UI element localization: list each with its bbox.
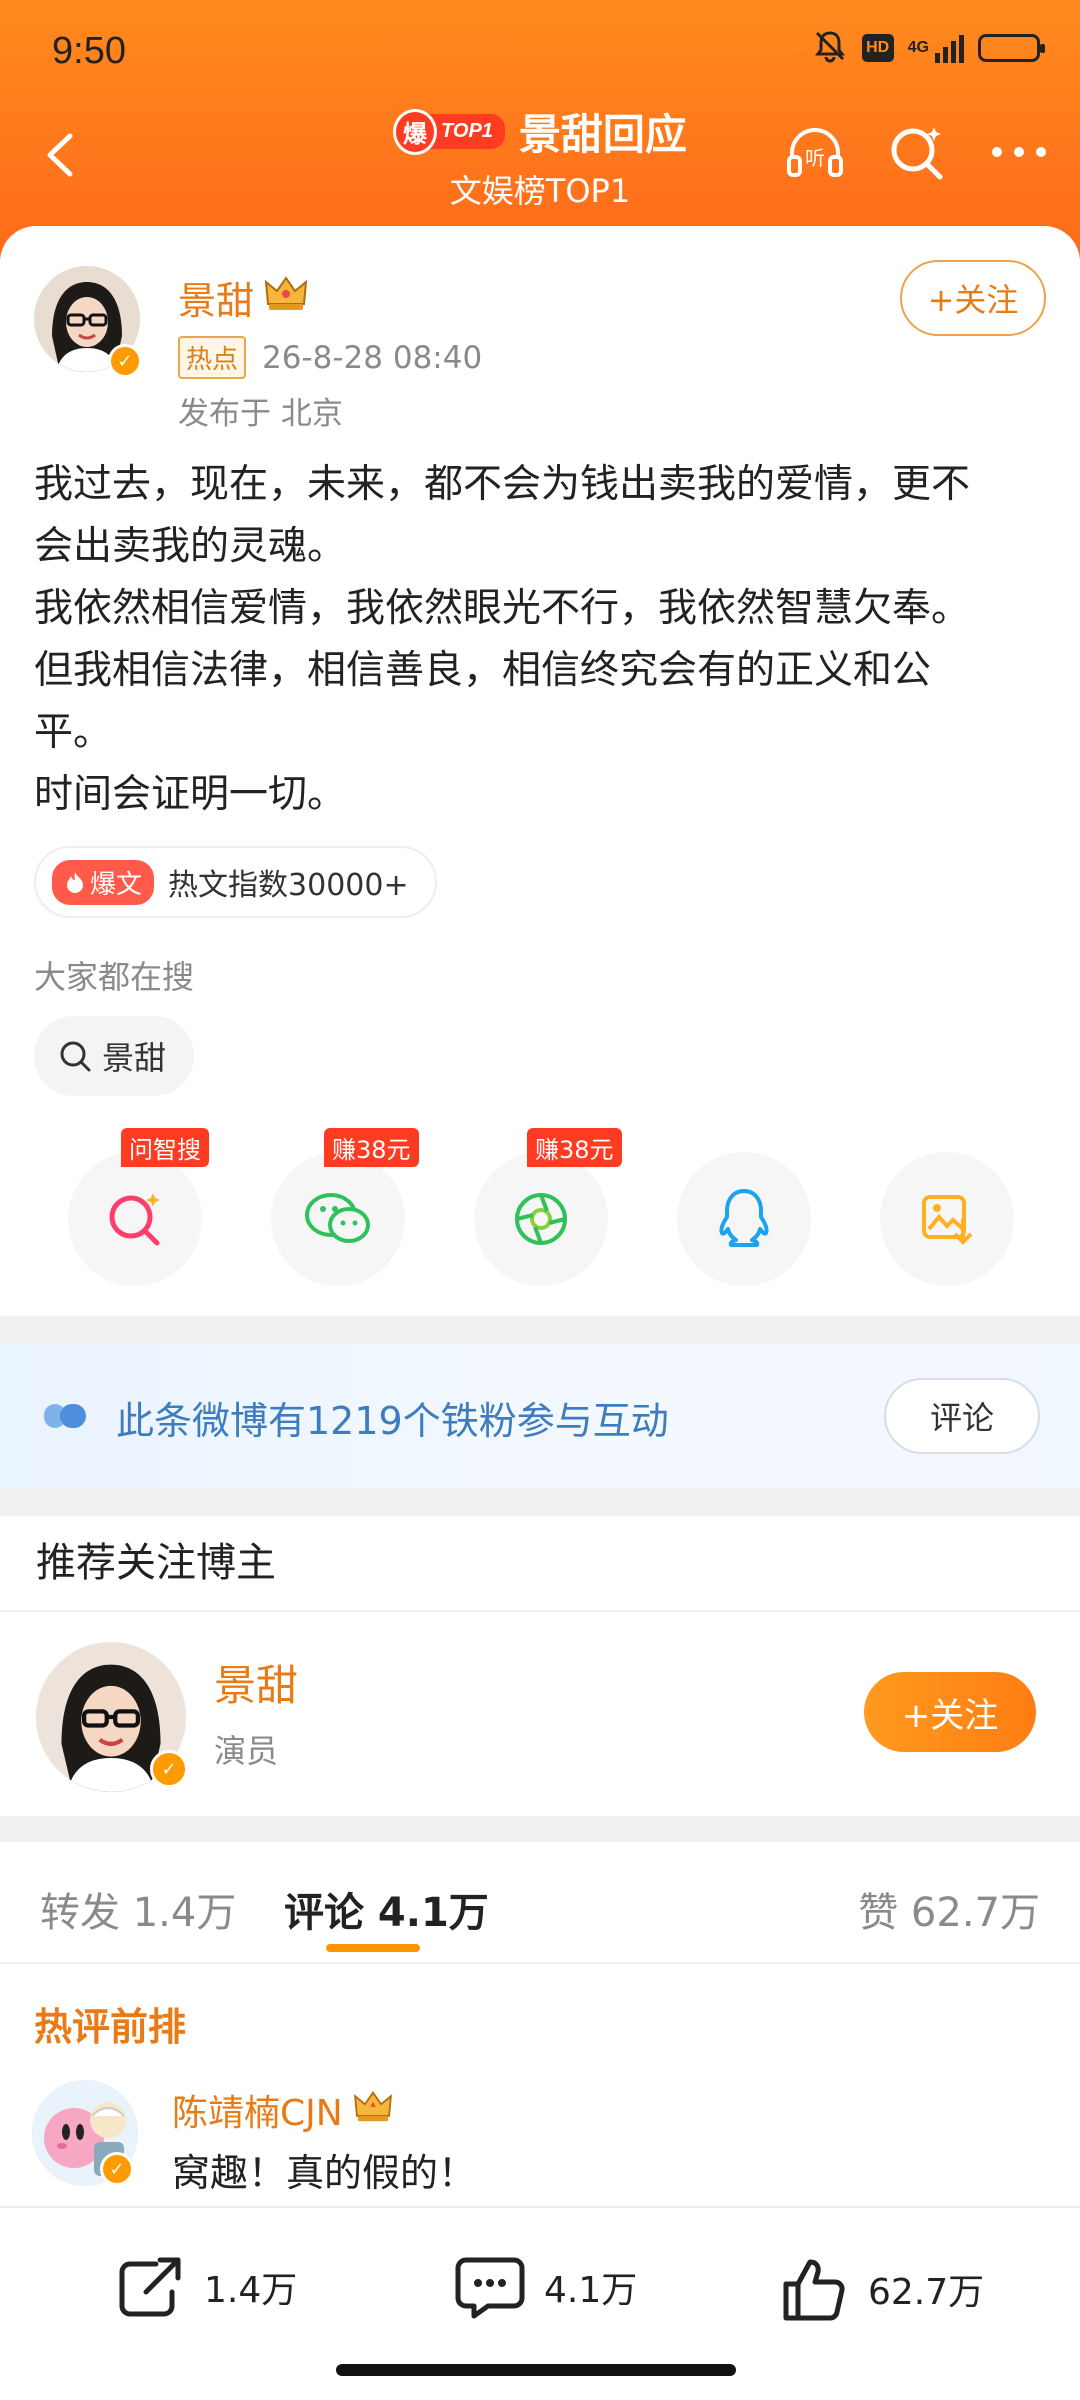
save-image-icon	[922, 1195, 973, 1245]
crown-icon	[264, 274, 308, 321]
post-line: 但我相信法律，相信善良，相信终究会有的正义和公	[34, 648, 932, 693]
share-tag: 赚38元	[324, 1128, 419, 1167]
nav-title: 景甜回应	[518, 110, 687, 159]
comment-count: 4.1万	[544, 2270, 638, 2311]
burst-icon: 爆	[393, 108, 438, 155]
post-line: 时间会证明一切。	[34, 772, 347, 817]
smart-search-button[interactable]	[886, 121, 948, 183]
like-button[interactable]: 62.7万	[780, 2254, 984, 2324]
section-separator	[0, 1488, 1080, 1516]
tab-active-indicator	[326, 1944, 420, 1952]
share-qq-button[interactable]	[677, 1152, 811, 1286]
section-separator	[0, 1816, 1080, 1842]
signal-icon	[935, 33, 964, 63]
tab-like[interactable]: 赞 62.7万	[858, 1880, 1040, 1938]
trending-search-label: 大家都在搜	[34, 958, 195, 996]
recommend-title: 推荐关注博主	[36, 1540, 276, 1586]
home-indicator[interactable]	[336, 2364, 736, 2376]
hot-article-tag: 爆文	[52, 859, 155, 905]
qq-icon	[719, 1189, 769, 1247]
repost-count: 1.4万	[204, 2270, 298, 2311]
divider	[0, 1962, 1080, 1964]
mute-bell-icon	[812, 28, 848, 68]
tab-repost[interactable]: 转发 1.4万	[40, 1880, 236, 1938]
like-count: 62.7万	[868, 2272, 985, 2313]
verified-badge-icon: ✓	[150, 1750, 188, 1788]
status-icons: HD 4G	[812, 28, 1045, 68]
nav-bar: 爆 TOP1 景甜回应 文娱榜TOP1 听	[0, 95, 1080, 225]
header: 9:50 HD 4G 爆 TOP1 景甜回应 文娱榜TOP1 听	[0, 0, 1080, 260]
nav-actions: 听	[784, 121, 1050, 183]
share-tag: 赚38元	[527, 1128, 622, 1167]
share-smart-search-button[interactable]: 问智搜	[68, 1128, 209, 1286]
interaction-tabs: 转发 1.4万 评论 4.1万 赞 62.7万	[0, 1840, 1080, 1964]
tab-comment[interactable]: 评论 4.1万	[284, 1880, 489, 1938]
crown-icon	[353, 2089, 393, 2132]
recommend-name[interactable]: 景甜	[214, 1652, 298, 1713]
more-button[interactable]	[988, 121, 1050, 183]
share-moments-button[interactable]: 赚38元	[474, 1128, 622, 1286]
post-text: 我过去，现在，未来，都不会为钱出卖我的爱情，更不 会出卖我的灵魂。 我依然相信爱…	[34, 454, 1054, 826]
network-label: 4G	[907, 39, 929, 56]
listen-button[interactable]: 听	[784, 121, 846, 183]
headphones-icon: 听	[787, 128, 843, 177]
wechat-icon	[305, 1193, 370, 1243]
fan-interaction-banner[interactable]: 此条微博有1219个铁粉参与互动 评论	[0, 1344, 1080, 1488]
follow-button[interactable]: +关注	[900, 260, 1046, 336]
status-time: 9:50	[52, 30, 126, 72]
repost-icon	[119, 2257, 181, 2317]
share-tag: 问智搜	[121, 1128, 209, 1167]
search-icon	[60, 1041, 91, 1072]
recommend-description: 演员	[214, 1732, 279, 1770]
status-bar: 9:50 HD 4G	[0, 0, 1080, 100]
post-line: 我依然相信爱情，我依然眼光不行，我依然智慧欠奉。	[34, 586, 971, 631]
hot-index-text: 热文指数30000+	[168, 868, 409, 903]
save-image-button[interactable]	[880, 1152, 1014, 1286]
fan-badge-icon	[44, 1404, 86, 1428]
post-meta: 热点 26-8-28 08:40	[178, 336, 482, 379]
post-timestamp: 26-8-28 08:40	[262, 339, 483, 376]
hot-article-chip[interactable]: 爆文 热文指数30000+	[34, 846, 437, 918]
more-dots-icon	[992, 147, 1046, 157]
commenter-name: 陈靖楠CJN	[172, 2093, 343, 2134]
search-ai-icon	[109, 1193, 160, 1246]
author-name-row[interactable]: 景甜	[178, 270, 308, 325]
author-name: 景甜	[178, 279, 255, 323]
trending-search-term: 景甜	[102, 1039, 167, 1077]
search-ai-icon	[891, 127, 943, 180]
comment-icon	[455, 2257, 525, 2319]
section-separator	[0, 1316, 1080, 1344]
hot-tag: 热点	[178, 336, 247, 379]
trending-search-chip[interactable]: 景甜	[34, 1016, 195, 1096]
flame-icon	[67, 872, 83, 893]
fan-interaction-text: 此条微博有1219个铁粉参与互动	[116, 1399, 669, 1443]
post-line: 我过去，现在，未来，都不会为钱出卖我的爱情，更不	[34, 462, 971, 507]
share-row: 问智搜 赚38元 赚38元	[68, 1128, 1014, 1286]
post-line: 平。	[34, 710, 113, 755]
recommend-follow-button[interactable]: +关注	[864, 1672, 1036, 1752]
share-wechat-button[interactable]: 赚38元	[271, 1128, 419, 1286]
svg-text:听: 听	[805, 146, 825, 170]
post-location: 发布于 北京	[178, 396, 343, 432]
divider	[0, 1610, 1080, 1612]
post-line: 会出卖我的灵魂。	[34, 524, 347, 569]
hd-icon: HD	[861, 34, 894, 62]
battery-icon	[978, 34, 1045, 62]
moments-icon	[515, 1193, 567, 1245]
verified-badge-icon: ✓	[108, 344, 142, 378]
commenter-name-row[interactable]: 陈靖楠CJN	[172, 2084, 393, 2136]
comment-button[interactable]: 4.1万	[454, 2254, 637, 2320]
thumbs-up-icon	[783, 2259, 845, 2321]
fan-comment-button[interactable]: 评论	[884, 1378, 1040, 1454]
verified-badge-icon: ✓	[100, 2152, 134, 2186]
top-rank-badge: 爆 TOP1	[393, 107, 505, 157]
hot-comments-title: 热评前排	[34, 2005, 187, 2049]
comment-text: 窝趣！真的假的！	[172, 2151, 477, 2195]
post-card: ✓ 景甜 热点 26-8-28 08:40 发布于 北京 +关注 我过去，现在，…	[0, 226, 1080, 1316]
repost-button[interactable]: 1.4万	[116, 2254, 297, 2320]
